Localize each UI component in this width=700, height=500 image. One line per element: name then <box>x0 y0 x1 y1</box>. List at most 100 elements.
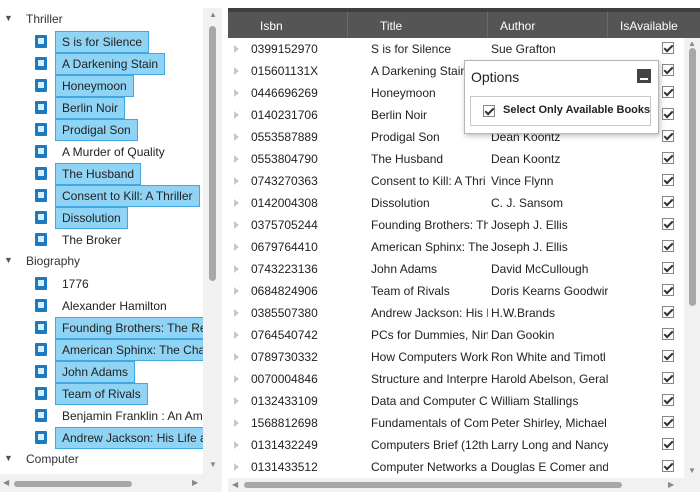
tree-book-item[interactable]: Benjamin Franklin : An Am <box>0 404 203 426</box>
table-row[interactable]: 0131433512 Computer Networks a Douglas E C… <box>228 456 684 478</box>
is-available-checkbox[interactable] <box>662 284 674 296</box>
grid-horizontal-scrollbar[interactable]: ◀ ▶ <box>228 478 700 492</box>
table-row[interactable]: 0789730332 How Computers Work Ron White an… <box>228 346 684 368</box>
cell-author[interactable]: William Stallings <box>491 390 608 412</box>
cell-isbn[interactable]: 0553587889 <box>251 126 363 148</box>
select-available-label[interactable]: Select Only Available Books <box>503 104 650 116</box>
cell-author[interactable]: Joseph J. Ellis <box>491 236 608 258</box>
cell-isbn[interactable]: 0140231706 <box>251 104 363 126</box>
tree-book-item[interactable]: The Husband <box>0 162 203 185</box>
tree-vertical-scroll-thumb[interactable] <box>209 26 216 281</box>
cell-author[interactable]: Harold Abelson, Geral <box>491 368 608 390</box>
is-available-checkbox[interactable] <box>662 328 674 340</box>
minimize-icon[interactable] <box>637 69 651 83</box>
scroll-up-arrow-icon[interactable]: ▲ <box>209 10 217 19</box>
tree-book-item[interactable]: 1776 <box>0 272 203 294</box>
cell-isbn[interactable]: 0679764410 <box>251 236 363 258</box>
cell-title[interactable]: Computer Networks a <box>371 456 488 478</box>
cell-author[interactable]: Joseph J. Ellis <box>491 214 608 236</box>
cell-title[interactable]: Fundamentals of Com <box>371 412 488 434</box>
cell-author[interactable]: H.W.Brands <box>491 302 608 324</box>
table-row[interactable]: 0743223136 John Adams David McCullough <box>228 258 684 280</box>
cell-author[interactable]: Sue Grafton <box>491 38 608 60</box>
select-available-checkbox[interactable] <box>483 105 495 117</box>
tree-book-item[interactable]: Dissolution <box>0 206 203 229</box>
cell-author[interactable]: Douglas E Comer and <box>491 456 608 478</box>
cell-title[interactable]: Founding Brothers: Th <box>371 214 488 236</box>
tree-book-item[interactable]: Alexander Hamilton <box>0 294 203 316</box>
tree-book-item[interactable]: A Murder of Quality <box>0 140 203 162</box>
cell-title[interactable]: The Husband <box>371 148 488 170</box>
cell-isbn[interactable]: 0743270363 <box>251 170 363 192</box>
is-available-checkbox[interactable] <box>662 64 674 76</box>
cell-author[interactable]: Vince Flynn <box>491 170 608 192</box>
cell-author[interactable]: Ron White and Timotl <box>491 346 608 368</box>
tree-group-thriller[interactable]: ▼ Thriller <box>0 8 203 30</box>
expand-chevron-icon[interactable]: ▼ <box>4 13 13 23</box>
cell-isbn[interactable]: 0684824906 <box>251 280 363 302</box>
cell-isbn[interactable]: 0764540742 <box>251 324 363 346</box>
is-available-checkbox[interactable] <box>662 196 674 208</box>
cell-isbn[interactable]: 0446696269 <box>251 82 363 104</box>
is-available-checkbox[interactable] <box>662 130 674 142</box>
tree-book-item[interactable]: John Adams <box>0 360 203 383</box>
cell-title[interactable]: How Computers Work <box>371 346 488 368</box>
column-header-title[interactable]: Title <box>368 12 488 38</box>
scroll-up-arrow-icon[interactable]: ▲ <box>688 39 696 48</box>
tree-book-item[interactable]: Berlin Noir <box>0 96 203 119</box>
tree-group-computer[interactable]: ▼ Computer <box>0 448 203 470</box>
tree-book-item[interactable]: Honeymoon <box>0 74 203 97</box>
tree-group-biography[interactable]: ▼ Biography <box>0 250 203 272</box>
column-header-author[interactable]: Author <box>488 12 608 38</box>
table-row[interactable]: 0764540742 PCs for Dummies, Nin Dan Gookin <box>228 324 684 346</box>
is-available-checkbox[interactable] <box>662 86 674 98</box>
cell-author[interactable]: Peter Shirley, Michael <box>491 412 608 434</box>
grid-vertical-scrollbar[interactable]: ▲ ▼ <box>684 38 700 478</box>
table-row[interactable]: 0131432249 Computers Brief (12th Larry Lon… <box>228 434 684 456</box>
tree-book-item[interactable]: The Broker <box>0 228 203 250</box>
grid-horizontal-scroll-thumb[interactable] <box>244 482 622 488</box>
scroll-right-arrow-icon[interactable]: ▶ <box>192 478 198 487</box>
is-available-checkbox[interactable] <box>662 174 674 186</box>
table-row[interactable]: 0070004846 Structure and Interpre Harold A… <box>228 368 684 390</box>
cell-author[interactable]: C. J. Sansom <box>491 192 608 214</box>
table-row[interactable]: 0142004308 Dissolution C. J. Sansom <box>228 192 684 214</box>
tree-book-item[interactable]: Andrew Jackson: His Life ar <box>0 426 203 449</box>
cell-title[interactable]: Computers Brief (12th <box>371 434 488 456</box>
cell-title[interactable]: Structure and Interpre <box>371 368 488 390</box>
cell-title[interactable]: S is for Silence <box>371 38 488 60</box>
expand-chevron-icon[interactable]: ▼ <box>4 255 13 265</box>
is-available-checkbox[interactable] <box>662 218 674 230</box>
cell-title[interactable]: Data and Computer C <box>371 390 488 412</box>
cell-isbn[interactable]: 0132433109 <box>251 390 363 412</box>
cell-title[interactable]: Andrew Jackson: His L <box>371 302 488 324</box>
scroll-down-arrow-icon[interactable]: ▼ <box>688 466 696 475</box>
is-available-checkbox[interactable] <box>662 350 674 362</box>
scroll-left-arrow-icon[interactable]: ◀ <box>3 478 9 487</box>
tree-book-item[interactable]: Consent to Kill: A Thriller <box>0 184 203 207</box>
is-available-checkbox[interactable] <box>662 438 674 450</box>
tree-book-item[interactable]: Prodigal Son <box>0 118 203 141</box>
cell-author[interactable]: David McCullough <box>491 258 608 280</box>
table-row[interactable]: 0743270363 Consent to Kill: A Thri Vince F… <box>228 170 684 192</box>
table-row[interactable]: 0553804790 The Husband Dean Koontz <box>228 148 684 170</box>
is-available-checkbox[interactable] <box>662 42 674 54</box>
is-available-checkbox[interactable] <box>662 152 674 164</box>
cell-title[interactable]: John Adams <box>371 258 488 280</box>
table-row[interactable]: 0684824906 Team of Rivals Doris Kearns Goo… <box>228 280 684 302</box>
cell-isbn[interactable]: 0131433512 <box>251 456 363 478</box>
cell-isbn[interactable]: 0399152970 <box>251 38 363 60</box>
table-row[interactable]: 0132433109 Data and Computer C William Sta… <box>228 390 684 412</box>
tree-horizontal-scrollbar[interactable]: ◀ ▶ <box>0 474 222 492</box>
cell-title[interactable]: Dissolution <box>371 192 488 214</box>
cell-isbn[interactable]: 015601131X <box>251 60 363 82</box>
cell-isbn[interactable]: 0375705244 <box>251 214 363 236</box>
table-row[interactable]: 0375705244 Founding Brothers: Th Joseph J.… <box>228 214 684 236</box>
is-available-checkbox[interactable] <box>662 262 674 274</box>
cell-author[interactable]: Dean Koontz <box>491 148 608 170</box>
cell-author[interactable]: Dan Gookin <box>491 324 608 346</box>
scroll-right-arrow-icon[interactable]: ▶ <box>668 480 674 489</box>
column-header-isbn[interactable]: Isbn <box>248 12 348 38</box>
table-row[interactable]: 0399152970 S is for Silence Sue Grafton <box>228 38 684 60</box>
is-available-checkbox[interactable] <box>662 416 674 428</box>
